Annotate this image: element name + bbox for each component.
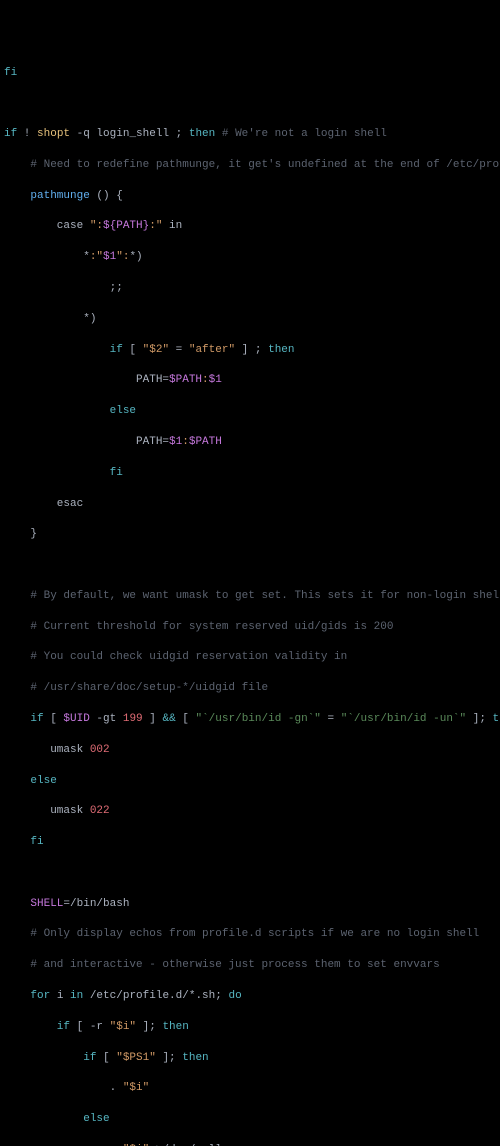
- text: [: [123, 344, 143, 356]
- text: umask: [4, 805, 90, 817]
- code-editor[interactable]: fi if ! shopt -q login_shell ; then # We…: [4, 66, 496, 1146]
- var: $UID: [63, 713, 89, 725]
- string: "$i": [110, 1021, 136, 1033]
- string: "$PS1": [116, 1052, 156, 1064]
- string: "$2": [143, 344, 169, 356]
- text: .: [4, 1082, 123, 1094]
- text: /etc/profile.d/*.sh;: [83, 990, 228, 1002]
- text: !: [17, 128, 37, 140]
- string: "`/usr/bin/id -un`": [341, 713, 466, 725]
- text: PATH=: [4, 436, 169, 448]
- var: $PATH: [169, 374, 202, 386]
- string: ":: [116, 251, 129, 263]
- text: *): [129, 251, 142, 263]
- comment: # Need to redefine pathmunge, it get's u…: [4, 159, 500, 171]
- keyword-fi: fi: [4, 836, 44, 848]
- keyword-if: if: [4, 1021, 70, 1033]
- text: [: [176, 713, 196, 725]
- string: ":: [90, 220, 103, 232]
- text: *: [4, 251, 90, 263]
- keyword-if: if: [4, 713, 44, 725]
- text: .: [4, 1144, 123, 1146]
- text: =/bin/bash: [63, 898, 129, 910]
- comment: # Current threshold for system reserved …: [4, 621, 393, 633]
- text: umask: [4, 744, 90, 756]
- func-name: pathmunge: [30, 190, 96, 202]
- text: [4, 898, 30, 910]
- text: }: [4, 528, 37, 540]
- keyword-then: then: [162, 1021, 188, 1033]
- text: () {: [96, 190, 122, 202]
- comment: # /usr/share/doc/setup-*/uidgid file: [4, 682, 268, 694]
- op: &&: [162, 713, 175, 725]
- text: [: [44, 713, 64, 725]
- cmd-shopt: shopt: [37, 128, 70, 140]
- text: ]: [143, 713, 163, 725]
- text: *): [4, 313, 96, 325]
- comment: # You could check uidgid reservation val…: [4, 651, 347, 663]
- text: ];: [156, 1052, 182, 1064]
- var: ${PATH}: [103, 220, 149, 232]
- text: case: [4, 220, 90, 232]
- string: :": [149, 220, 162, 232]
- text: [4, 190, 30, 202]
- keyword-else: else: [4, 1113, 110, 1125]
- text: =: [321, 713, 341, 725]
- text: :: [202, 374, 209, 386]
- text: PATH=: [4, 374, 169, 386]
- keyword-fi: fi: [4, 67, 17, 79]
- keyword-then: then: [493, 713, 500, 725]
- string: "$i": [123, 1144, 149, 1146]
- var: $1: [169, 436, 182, 448]
- keyword-fi: fi: [4, 467, 123, 479]
- keyword-if: if: [4, 1052, 96, 1064]
- text: =: [169, 344, 189, 356]
- comment: # and interactive - otherwise just proce…: [4, 959, 440, 971]
- var: $PATH: [189, 436, 222, 448]
- keyword-else: else: [4, 405, 136, 417]
- text: [: [96, 1052, 116, 1064]
- keyword-then: then: [182, 1052, 208, 1064]
- keyword-if: if: [4, 128, 17, 140]
- keyword-do: do: [228, 990, 241, 1002]
- var: $1: [209, 374, 222, 386]
- keyword-for: for: [4, 990, 50, 1002]
- text: [ -r: [70, 1021, 110, 1033]
- text: ] ;: [235, 344, 268, 356]
- comment: # Only display echos from profile.d scri…: [4, 928, 479, 940]
- comment: # We're not a login shell: [215, 128, 387, 140]
- number: 002: [90, 744, 110, 756]
- keyword-if: if: [4, 344, 123, 356]
- string: "$i": [123, 1082, 149, 1094]
- string: :": [90, 251, 103, 263]
- keyword-else: else: [4, 775, 57, 787]
- keyword-then: then: [268, 344, 294, 356]
- number: 199: [123, 713, 143, 725]
- text: i: [50, 990, 70, 1002]
- keyword-in: in: [70, 990, 83, 1002]
- text: in: [162, 220, 182, 232]
- string: "after": [189, 344, 235, 356]
- text: esac: [4, 498, 83, 510]
- text: ];: [466, 713, 492, 725]
- text: :: [182, 436, 189, 448]
- var: SHELL: [30, 898, 63, 910]
- comment: # By default, we want umask to get set. …: [4, 590, 500, 602]
- string: "`/usr/bin/id -gn`": [195, 713, 320, 725]
- text: >/dev/null: [149, 1144, 222, 1146]
- keyword-then: then: [189, 128, 215, 140]
- text: -q login_shell ;: [70, 128, 189, 140]
- text: ;;: [4, 282, 123, 294]
- var: $1: [103, 251, 116, 263]
- number: 022: [90, 805, 110, 817]
- text: -gt: [90, 713, 123, 725]
- text: ];: [136, 1021, 162, 1033]
